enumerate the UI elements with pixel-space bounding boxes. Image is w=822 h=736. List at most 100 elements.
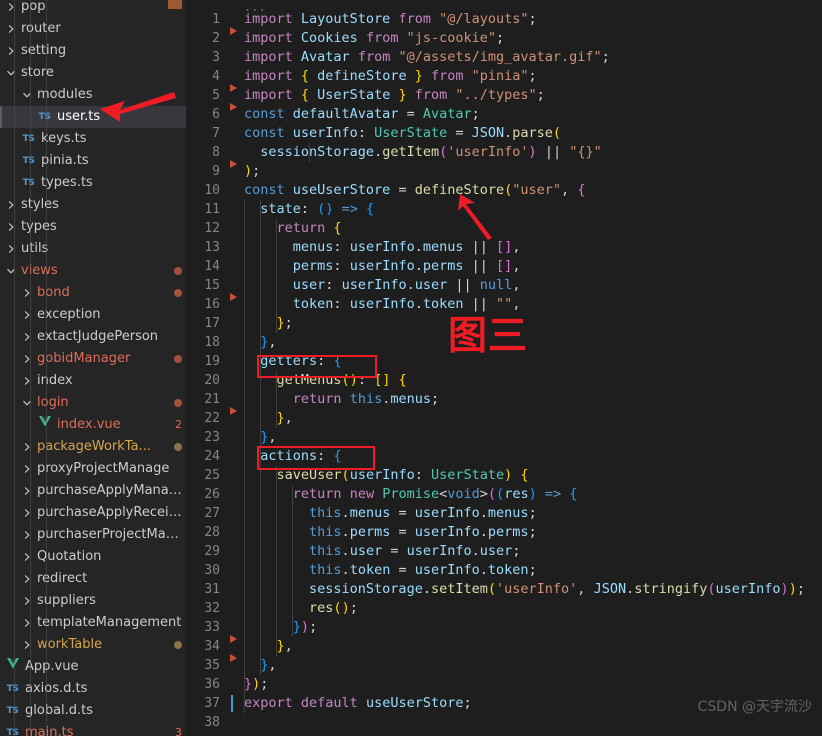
- code-line[interactable]: 29 this.user = userInfo.user;: [186, 542, 822, 561]
- code-line[interactable]: 11 state: () => {: [186, 200, 822, 219]
- tree-item-purchaseapplyreceiv-[interactable]: purchaseApplyReceiv...: [0, 502, 186, 524]
- tree-item-setting[interactable]: setting: [0, 40, 186, 62]
- code-line[interactable]: 30 this.token = userInfo.token;: [186, 561, 822, 580]
- chevron-right-icon[interactable]: [20, 464, 33, 474]
- code-line[interactable]: 5 import { UserState } from "../types";: [186, 84, 822, 105]
- code-line[interactable]: 10 const useUserStore = defineStore("user…: [186, 181, 822, 200]
- chevron-right-icon[interactable]: [20, 376, 33, 386]
- code-line-text: user: userInfo.user || null,: [292, 277, 521, 293]
- code-line-text: state: () => {: [260, 201, 375, 217]
- chevron-down-icon[interactable]: [4, 266, 17, 276]
- code-line[interactable]: 33 });: [186, 618, 822, 637]
- code-line[interactable]: 28 this.perms = userInfo.perms;: [186, 523, 822, 542]
- line-number: 13: [204, 240, 220, 255]
- chevron-right-icon[interactable]: [20, 552, 33, 562]
- chevron-right-icon[interactable]: [20, 288, 33, 298]
- chevron-down-icon[interactable]: [4, 68, 17, 78]
- tree-item-views[interactable]: views: [0, 260, 186, 282]
- chevron-down-icon[interactable]: [20, 90, 33, 100]
- tree-item-index-vue[interactable]: index.vue 2: [0, 414, 186, 436]
- chevron-right-icon[interactable]: [20, 618, 33, 628]
- tree-item-bond[interactable]: bond: [0, 282, 186, 304]
- tree-item-main-ts[interactable]: TS main.ts 3: [0, 722, 186, 736]
- chevron-right-icon[interactable]: [20, 310, 33, 320]
- line-number: 32: [204, 601, 220, 616]
- editor-indent-guide: [244, 200, 245, 713]
- chevron-right-icon[interactable]: [20, 530, 33, 540]
- code-line[interactable]: 2 import Cookies from "js-cookie";: [186, 27, 822, 48]
- code-line[interactable]: 3 import Avatar from "@/assets/img_avatar…: [186, 48, 822, 67]
- code-line[interactable]: 35 },: [186, 654, 822, 675]
- tree-item-purchaserprojectman-[interactable]: purchaserProjectMan...: [0, 524, 186, 546]
- chevron-right-icon[interactable]: [20, 640, 33, 650]
- chevron-right-icon[interactable]: [20, 508, 33, 518]
- tree-indent-guide: [30, 0, 31, 736]
- tree-item-keys-ts[interactable]: TS keys.ts: [0, 128, 186, 150]
- tree-item-exception[interactable]: exception: [0, 304, 186, 326]
- code-line[interactable]: 7 const userInfo: UserState = JSON.parse(: [186, 124, 822, 143]
- tree-item-types-ts[interactable]: TS types.ts: [0, 172, 186, 194]
- chevron-right-icon[interactable]: [4, 24, 17, 34]
- chevron-right-icon[interactable]: [20, 486, 33, 496]
- chevron-right-icon[interactable]: [4, 244, 17, 254]
- chevron-right-icon[interactable]: [20, 354, 33, 364]
- code-line[interactable]: 36});: [186, 675, 822, 694]
- tree-item-extactjudgeperson[interactable]: extactJudgePerson: [0, 326, 186, 348]
- chevron-right-icon[interactable]: [4, 222, 17, 232]
- tree-item-purchaseapplymanage[interactable]: purchaseApplyManage: [0, 480, 186, 502]
- code-line[interactable]: 12 return {: [186, 219, 822, 238]
- code-line[interactable]: 4 import { defineStore } from "pinia";: [186, 67, 822, 86]
- code-editor-pane[interactable]: ... 1 import LayoutStore from "@/layouts"…: [186, 0, 822, 736]
- code-line[interactable]: 20 getMenus(): [] {: [186, 371, 822, 390]
- code-line[interactable]: 24 actions: {: [186, 447, 822, 466]
- code-line[interactable]: 31 sessionStorage.setItem('userInfo', JS…: [186, 580, 822, 599]
- tree-item-index[interactable]: index: [0, 370, 186, 392]
- code-line[interactable]: 8 sessionStorage.getItem('userInfo') || …: [186, 143, 822, 162]
- code-line[interactable]: 23 },: [186, 428, 822, 447]
- tree-item-suppliers[interactable]: suppliers: [0, 590, 186, 612]
- chevron-right-icon[interactable]: [20, 596, 33, 606]
- code-line[interactable]: 6 const defaultAvatar = Avatar;: [186, 103, 822, 124]
- code-line[interactable]: 34 },: [186, 635, 822, 656]
- explorer-sidebar[interactable]: pop router setting store modules TS user.ts TS k…: [0, 0, 186, 736]
- tree-item-global-d-ts[interactable]: TS global.d.ts: [0, 700, 186, 722]
- tree-item-types[interactable]: types: [0, 216, 186, 238]
- code-line[interactable]: 9);: [186, 160, 822, 181]
- tree-item-quotation[interactable]: Quotation: [0, 546, 186, 568]
- code-line[interactable]: 1 import LayoutStore from "@/layouts";: [186, 10, 822, 29]
- code-line[interactable]: 26 return new Promise<void>((res) => {: [186, 485, 822, 504]
- chevron-right-icon[interactable]: [4, 46, 17, 56]
- tree-item-pinia-ts[interactable]: TS pinia.ts: [0, 150, 186, 172]
- chevron-right-icon[interactable]: [4, 200, 17, 210]
- chevron-right-icon[interactable]: [20, 574, 33, 584]
- chevron-right-icon[interactable]: [4, 2, 17, 12]
- tree-item-gobidmanager[interactable]: gobidManager: [0, 348, 186, 370]
- tree-item-login[interactable]: login: [0, 392, 186, 414]
- tree-item-modules[interactable]: modules: [0, 84, 186, 106]
- tree-item-styles[interactable]: styles: [0, 194, 186, 216]
- chevron-right-icon[interactable]: [20, 442, 33, 452]
- code-line[interactable]: 32 res();: [186, 599, 822, 618]
- tree-item-user-ts[interactable]: TS user.ts: [0, 106, 186, 128]
- code-line[interactable]: 16 token: userInfo.token || "",: [186, 293, 822, 314]
- tree-item-axios-d-ts[interactable]: TS axios.d.ts: [0, 678, 186, 700]
- code-line[interactable]: 15 user: userInfo.user || null,: [186, 276, 822, 295]
- tree-item-templatemanagement[interactable]: templateManagement: [0, 612, 186, 634]
- code-line[interactable]: 27 this.menus = userInfo.menus;: [186, 504, 822, 523]
- code-line[interactable]: 22 },: [186, 407, 822, 428]
- chevron-right-icon[interactable]: [20, 332, 33, 342]
- code-line[interactable]: 21 return this.menus;: [186, 390, 822, 409]
- tree-item-worktable[interactable]: workTable: [0, 634, 186, 656]
- tree-item-app-vue[interactable]: App.vue: [0, 656, 186, 678]
- tree-item-pop[interactable]: pop: [0, 0, 186, 18]
- tree-item-router[interactable]: router: [0, 18, 186, 40]
- chevron-down-icon[interactable]: [20, 398, 33, 408]
- tree-item-packageworkta-[interactable]: packageWorkTa...: [0, 436, 186, 458]
- code-line[interactable]: 25 saveUser(userInfo: UserState) {: [186, 466, 822, 485]
- tree-item-store[interactable]: store: [0, 62, 186, 84]
- code-line[interactable]: 13 menus: userInfo.menus || [],: [186, 238, 822, 257]
- tree-item-redirect[interactable]: redirect: [0, 568, 186, 590]
- tree-item-proxyprojectmanage[interactable]: proxyProjectManage: [0, 458, 186, 480]
- code-line[interactable]: 14 perms: userInfo.perms || [],: [186, 257, 822, 276]
- tree-item-utils[interactable]: utils: [0, 238, 186, 260]
